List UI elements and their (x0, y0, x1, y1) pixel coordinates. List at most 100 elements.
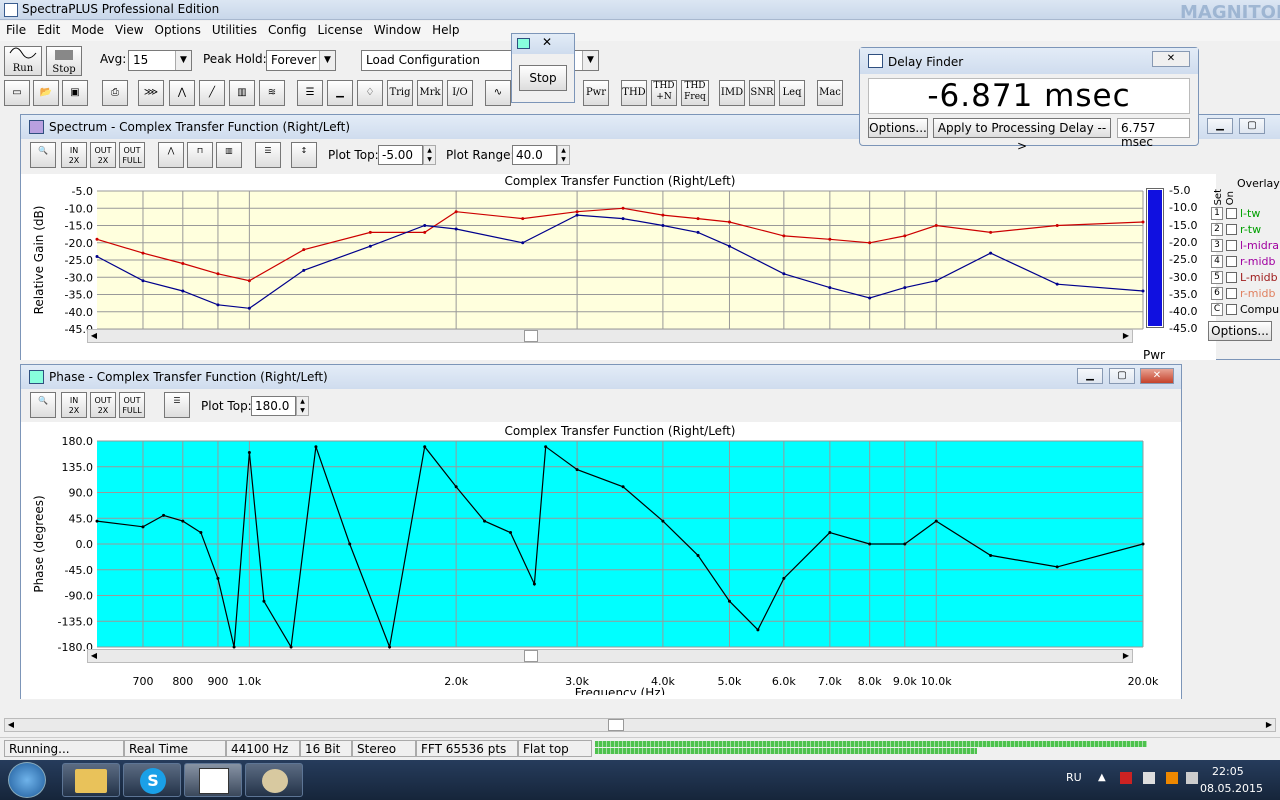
3d-icon[interactable]: ≋ (259, 80, 285, 106)
overlay-item[interactable]: C Compu (1211, 303, 1280, 317)
close-button[interactable]: ✕ (1140, 368, 1174, 384)
plot-top-input[interactable]: -5.00 ▲ ▼ (378, 145, 436, 165)
menu-config[interactable]: Config (262, 21, 312, 37)
run-button[interactable]: Run (4, 46, 42, 76)
mrk-button[interactable]: Mrk (417, 80, 443, 106)
zoom-out-2x-button[interactable]: OUT 2X (90, 392, 116, 418)
alarm-icon[interactable]: ♢ (357, 80, 383, 106)
spinner-icon[interactable]: ▲ ▼ (423, 145, 436, 165)
language-indicator[interactable]: RU (1066, 771, 1082, 784)
scroll-left-icon[interactable]: ◀ (5, 719, 17, 731)
menu-help[interactable]: Help (426, 21, 464, 37)
pwr-button[interactable]: Pwr (583, 80, 609, 106)
zoom-in-2x-button[interactable]: IN 2X (61, 392, 87, 418)
close-icon[interactable]: ✕ (542, 35, 552, 49)
scroll-right-icon[interactable]: ▶ (1263, 719, 1275, 731)
delay-options-button[interactable]: Options... (868, 118, 928, 138)
overlay-checkbox[interactable] (1226, 256, 1237, 267)
scroll-thumb[interactable] (524, 650, 538, 662)
zoom-icon[interactable]: 🔍 (30, 392, 56, 418)
zoom-out-2x-button[interactable]: OUT 2X (90, 142, 116, 168)
menu-view[interactable]: View (109, 21, 148, 37)
scroll-right-icon[interactable]: ▶ (1120, 330, 1132, 342)
settings-icon[interactable]: ☰ (297, 80, 323, 106)
save-icon[interactable]: ▣ (62, 80, 88, 106)
minimize-button[interactable]: ▁ (1077, 368, 1103, 384)
zoom-out-full-button[interactable]: OUT FULL (119, 392, 145, 418)
scope-icon[interactable]: ⋙ (138, 80, 164, 106)
plot-range-input[interactable]: 40.0 ▲ ▼ (512, 145, 570, 165)
spectrogram-icon[interactable]: ▥ (229, 80, 255, 106)
tray-expand-icon[interactable]: ▲ (1098, 772, 1106, 783)
spinner-icon[interactable]: ▲ ▼ (296, 396, 309, 416)
peak-hold-select[interactable]: Forever ▼ (266, 50, 336, 71)
print-icon[interactable]: ⎙ (102, 80, 128, 106)
maximize-button[interactable]: ▢ (1239, 118, 1265, 134)
overlay-number[interactable]: C (1211, 303, 1223, 316)
explorer-task[interactable] (62, 763, 120, 797)
paint-task[interactable] (245, 763, 303, 797)
open-icon[interactable]: 📂 (33, 80, 59, 106)
menu-utilities[interactable]: Utilities (206, 21, 262, 37)
power-icon[interactable] (1166, 772, 1178, 784)
io-button[interactable]: I/O (447, 80, 473, 106)
menu-license[interactable]: License (312, 21, 368, 37)
zoom-in-2x-button[interactable]: IN 2X (61, 142, 87, 168)
menu-options[interactable]: Options (149, 21, 206, 37)
bars-icon[interactable]: ▥ (216, 142, 242, 168)
overlay-checkbox[interactable] (1226, 224, 1237, 235)
overlay-checkbox[interactable] (1226, 304, 1237, 315)
menu-window[interactable]: Window (368, 21, 426, 37)
stop-button[interactable]: Stop (46, 46, 82, 76)
overlay-number[interactable]: 1 (1211, 207, 1223, 220)
menu-edit[interactable]: Edit (31, 21, 65, 37)
overlay-number[interactable]: 4 (1211, 255, 1223, 268)
autoscale-icon[interactable]: ↕ (291, 142, 317, 168)
imd-button[interactable]: IMD (719, 80, 745, 106)
network-icon[interactable] (1120, 772, 1132, 784)
zoom-icon[interactable]: 🔍 (30, 142, 56, 168)
overlay-item[interactable]: 1 l-tw (1211, 207, 1280, 221)
trig-button[interactable]: Trig (387, 80, 413, 106)
minimize-button[interactable]: ▁ (1207, 118, 1233, 134)
phase-plot-top-input[interactable]: 180.0 ▲ ▼ (251, 396, 309, 416)
octave-icon[interactable]: ⊓ (187, 142, 213, 168)
thd-button[interactable]: THD (621, 80, 647, 106)
new-icon[interactable]: ▭ (4, 80, 30, 106)
overlay-number[interactable]: 6 (1211, 287, 1223, 300)
overlay-checkbox[interactable] (1226, 288, 1237, 299)
scroll-left-icon[interactable]: ◀ (88, 330, 100, 342)
overlay-item[interactable]: 6 r-midb (1211, 287, 1280, 301)
overlay-item[interactable]: 3 l-midra (1211, 239, 1280, 253)
properties-icon[interactable]: ☰ (255, 142, 281, 168)
mdi-scrollbar[interactable]: ◀ ▶ (4, 718, 1276, 732)
overlay-checkbox[interactable] (1226, 272, 1237, 283)
clock-date[interactable]: 08.05.2015 (1200, 782, 1263, 795)
spectrum-icon[interactable]: ⋀ (169, 80, 195, 106)
properties-icon[interactable]: ☰ (164, 392, 190, 418)
overlay-number[interactable]: 5 (1211, 271, 1223, 284)
skype-task[interactable]: S (123, 763, 181, 797)
phase-icon[interactable]: ╱ (199, 80, 225, 106)
scroll-thumb[interactable] (608, 719, 624, 731)
leq-button[interactable]: Leq (779, 80, 805, 106)
peak-icon[interactable]: ⋀ (158, 142, 184, 168)
volume-icon[interactable] (1186, 772, 1198, 784)
overlay-item[interactable]: 4 r-midb (1211, 255, 1280, 269)
menu-mode[interactable]: Mode (65, 21, 109, 37)
overlay-item[interactable]: 5 L-midb (1211, 271, 1280, 285)
overlay-checkbox[interactable] (1226, 240, 1237, 251)
close-button[interactable]: ✕ (1152, 51, 1190, 67)
phase-scrollbar[interactable]: ◀ ▶ (87, 649, 1133, 663)
meter-icon[interactable]: ▁ (327, 80, 353, 106)
maximize-button[interactable]: ▢ (1109, 368, 1135, 384)
spectraplus-task[interactable] (184, 763, 242, 797)
scroll-left-icon[interactable]: ◀ (88, 650, 100, 662)
avg-select[interactable]: 15 ▼ (128, 50, 192, 71)
thd-freq-button[interactable]: THD Freq (681, 80, 709, 106)
overlay-number[interactable]: 2 (1211, 223, 1223, 236)
overlay-number[interactable]: 3 (1211, 239, 1223, 252)
scroll-thumb[interactable] (524, 330, 538, 342)
scroll-right-icon[interactable]: ▶ (1120, 650, 1132, 662)
thdn-button[interactable]: THD +N (651, 80, 677, 106)
